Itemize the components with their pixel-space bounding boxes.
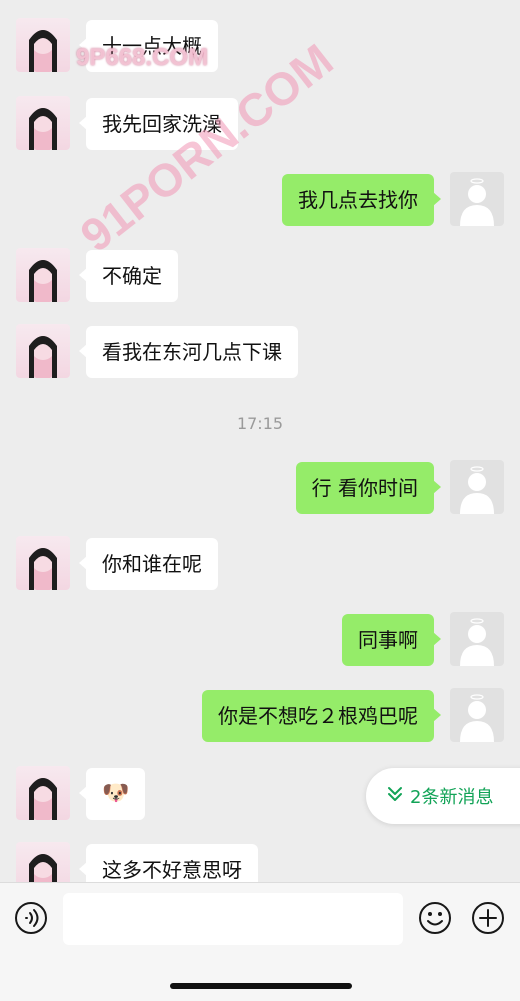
message-row-incoming: 我先回家洗澡 xyxy=(0,96,520,152)
message-bubble-incoming[interactable]: 不确定 xyxy=(79,250,178,302)
my-avatar[interactable] xyxy=(450,612,504,666)
message-bubble-outgoing[interactable]: 你是不想吃２根鸡巴呢 xyxy=(202,690,441,742)
input-bar xyxy=(0,882,520,1001)
home-indicator xyxy=(170,983,352,989)
message-timestamp: 17:15 xyxy=(236,414,284,433)
message-bubble-outgoing[interactable]: 我几点去找你 xyxy=(282,174,441,226)
my-avatar[interactable] xyxy=(450,172,504,226)
message-row-outgoing: 你是不想吃２根鸡巴呢 xyxy=(0,688,520,744)
message-row-incoming: 不确定 xyxy=(0,248,520,304)
emoji-message-bubble[interactable]: 🐶 xyxy=(78,768,146,820)
message-row-incoming: 十一点大概 xyxy=(0,18,520,74)
my-avatar[interactable] xyxy=(450,688,504,742)
message-row-outgoing: 我几点去找你 xyxy=(0,172,520,228)
message-bubble-incoming[interactable]: 你和谁在呢 xyxy=(79,538,218,590)
message-row-incoming: 看我在东河几点下课 xyxy=(0,324,520,380)
contact-avatar[interactable] xyxy=(16,766,70,820)
my-avatar[interactable] xyxy=(450,460,504,514)
double-chevron-down-icon xyxy=(386,785,404,808)
new-messages-label: 2条新消息 xyxy=(410,787,494,808)
message-bubble-outgoing[interactable]: 行 看你时间 xyxy=(295,462,442,514)
contact-avatar[interactable] xyxy=(16,248,70,302)
message-row-outgoing: 行 看你时间 xyxy=(0,460,520,516)
message-bubble-incoming[interactable]: 我先回家洗澡 xyxy=(79,98,238,150)
voice-input-button[interactable] xyxy=(14,901,48,935)
new-messages-button[interactable]: 2条新消息 xyxy=(366,768,520,824)
contact-avatar[interactable] xyxy=(16,324,70,378)
contact-avatar[interactable] xyxy=(16,96,70,150)
message-bubble-incoming[interactable]: 十一点大概 xyxy=(79,20,218,72)
message-row-outgoing: 同事啊 xyxy=(0,612,520,668)
message-input[interactable] xyxy=(63,893,403,945)
message-row-incoming: 你和谁在呢 xyxy=(0,536,520,592)
more-options-button[interactable] xyxy=(471,901,505,935)
message-bubble-incoming[interactable]: 看我在东河几点下课 xyxy=(79,326,298,378)
contact-avatar[interactable] xyxy=(16,536,70,590)
emoji-button[interactable] xyxy=(418,901,452,935)
contact-avatar[interactable] xyxy=(16,18,70,72)
message-bubble-outgoing[interactable]: 同事啊 xyxy=(342,614,441,666)
